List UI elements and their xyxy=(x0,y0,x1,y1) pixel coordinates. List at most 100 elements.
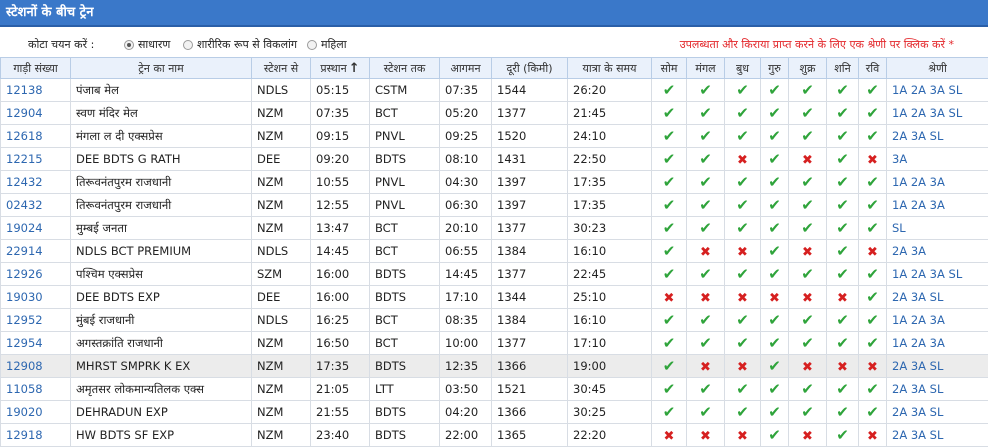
class-links[interactable]: 1A 2A 3A SL xyxy=(886,78,988,102)
arrival-time: 09:25 xyxy=(439,124,492,148)
class-links[interactable]: 1A 2A 3A xyxy=(886,331,988,355)
train-number-link[interactable]: 12918 xyxy=(0,423,71,447)
train-number-link[interactable]: 12926 xyxy=(0,262,71,286)
train-number-link[interactable]: 22914 xyxy=(0,239,71,263)
class-links[interactable]: 1A 2A 3A SL xyxy=(886,262,988,286)
check-icon: ✔ xyxy=(836,311,849,329)
check-icon: ✔ xyxy=(866,104,879,122)
check-icon: ✔ xyxy=(836,219,849,237)
to-station: BCT xyxy=(369,331,440,355)
class-links[interactable]: 2A 3A SL xyxy=(886,124,988,148)
day-cell: ✔ xyxy=(858,193,887,217)
col-train-number[interactable]: गाड़ी संख्या xyxy=(0,57,71,79)
from-station: NDLS xyxy=(251,78,311,102)
quota-option-ladies[interactable]: महिला xyxy=(307,37,347,52)
train-name: अमृतसर लोकमान्यतिलक एक्स xyxy=(70,377,252,401)
col-from-station[interactable]: स्टेशन से xyxy=(251,57,311,79)
day-cell: ✔ xyxy=(858,101,887,125)
class-links[interactable]: 1A 2A 3A xyxy=(886,170,988,194)
col-to-station[interactable]: स्टेशन तक xyxy=(369,57,440,79)
from-station: NDLS xyxy=(251,308,311,332)
distance: 1377 xyxy=(491,331,568,355)
class-links[interactable]: SL xyxy=(886,216,988,240)
check-icon: ✔ xyxy=(736,403,749,421)
day-cell: ✔ xyxy=(826,124,859,148)
class-links[interactable]: 2A 3A SL xyxy=(886,423,988,447)
day-cell: ✖ xyxy=(651,285,687,309)
day-cell: ✔ xyxy=(788,124,827,148)
class-links[interactable]: 2A 3A SL xyxy=(886,377,988,401)
day-cell: ✔ xyxy=(788,262,827,286)
check-icon: ✔ xyxy=(736,173,749,191)
day-cell: ✔ xyxy=(651,262,687,286)
distance: 1521 xyxy=(491,377,568,401)
arrival-time: 14:45 xyxy=(439,262,492,286)
class-links[interactable]: 2A 3A xyxy=(886,239,988,263)
check-icon: ✔ xyxy=(699,173,712,191)
col-train-name[interactable]: ट्रेन का नाम xyxy=(70,57,252,79)
train-number-link[interactable]: 12952 xyxy=(0,308,71,332)
cross-icon: ✖ xyxy=(700,360,711,375)
day-cell: ✖ xyxy=(686,423,725,447)
radio-icon[interactable] xyxy=(307,39,317,50)
class-links[interactable]: 1A 2A 3A xyxy=(886,308,988,332)
day-cell: ✖ xyxy=(686,354,725,378)
train-number-link[interactable]: 12618 xyxy=(0,124,71,148)
class-links[interactable]: 1A 2A 3A xyxy=(886,193,988,217)
travel-time: 22:50 xyxy=(567,147,652,171)
train-name: मुम्बई जनता xyxy=(70,216,252,240)
train-number-link[interactable]: 02432 xyxy=(0,193,71,217)
col-departure[interactable]: प्रस्थान ↑ xyxy=(310,57,370,79)
radio-icon[interactable] xyxy=(183,39,193,50)
class-links[interactable]: 3A xyxy=(886,147,988,171)
travel-time: 21:45 xyxy=(567,101,652,125)
check-icon: ✔ xyxy=(699,150,712,168)
day-cell: ✖ xyxy=(686,285,725,309)
check-icon: ✔ xyxy=(736,311,749,329)
train-name: HW BDTS SF EXP xyxy=(70,423,252,447)
arrival-time: 20:10 xyxy=(439,216,492,240)
check-icon: ✔ xyxy=(736,81,749,99)
radio-icon[interactable] xyxy=(124,39,134,50)
quota-option-general[interactable]: साधारण xyxy=(124,37,170,52)
train-number-link[interactable]: 19020 xyxy=(0,400,71,424)
check-icon: ✔ xyxy=(801,196,814,214)
class-links[interactable]: 2A 3A SL xyxy=(886,354,988,378)
day-cell: ✖ xyxy=(826,354,859,378)
train-number-link[interactable]: 12138 xyxy=(0,78,71,102)
cross-icon: ✖ xyxy=(700,429,711,444)
class-links[interactable]: 2A 3A SL xyxy=(886,400,988,424)
check-icon: ✔ xyxy=(736,334,749,352)
train-number-link[interactable]: 12908 xyxy=(0,354,71,378)
day-cell: ✔ xyxy=(686,400,725,424)
train-number-link[interactable]: 19030 xyxy=(0,285,71,309)
quota-option-handicapped[interactable]: शारीरिक रूप से विकलांग xyxy=(183,37,297,52)
departure-time: 10:55 xyxy=(310,170,370,194)
day-cell: ✔ xyxy=(724,331,761,355)
class-links[interactable]: 2A 3A SL xyxy=(886,285,988,309)
train-number-link[interactable]: 12954 xyxy=(0,331,71,355)
arrival-time: 05:20 xyxy=(439,101,492,125)
train-number-link[interactable]: 19024 xyxy=(0,216,71,240)
train-number-link[interactable]: 12215 xyxy=(0,147,71,171)
check-icon: ✔ xyxy=(699,219,712,237)
day-cell: ✔ xyxy=(651,193,687,217)
train-number-link[interactable]: 12904 xyxy=(0,101,71,125)
departure-time: 13:47 xyxy=(310,216,370,240)
train-name: अगस्तक्रांति राजधानी xyxy=(70,331,252,355)
to-station: BDTS xyxy=(369,147,440,171)
col-distance[interactable]: दूरी (किमी) xyxy=(491,57,568,79)
col-arrival[interactable]: आगमन xyxy=(439,57,492,79)
from-station: SZM xyxy=(251,262,311,286)
quota-label: कोटा चयन करें : xyxy=(28,38,95,51)
col-travel-time[interactable]: यात्रा के समय xyxy=(567,57,652,79)
check-icon: ✔ xyxy=(866,173,879,191)
from-station: NDLS xyxy=(251,239,311,263)
day-cell: ✔ xyxy=(686,262,725,286)
table-row: 12926 पश्चिम एक्सप्रेस SZM 16:00 BDTS 14:45 13… xyxy=(0,262,988,286)
train-number-link[interactable]: 11058 xyxy=(0,377,71,401)
class-links[interactable]: 1A 2A 3A SL xyxy=(886,101,988,125)
train-number-link[interactable]: 12432 xyxy=(0,170,71,194)
train-name: NDLS BCT PREMIUM xyxy=(70,239,252,263)
day-cell: ✔ xyxy=(686,216,725,240)
